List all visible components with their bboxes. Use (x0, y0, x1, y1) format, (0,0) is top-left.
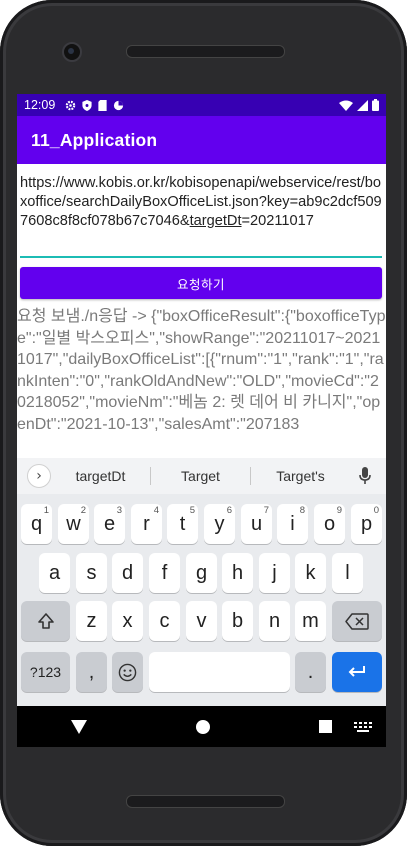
front-camera (62, 42, 82, 62)
key-v[interactable]: v (186, 601, 217, 641)
battery-icon (372, 99, 379, 111)
key-k[interactable]: k (295, 553, 326, 593)
key-y[interactable]: y6 (204, 504, 235, 544)
key-label: o (323, 512, 336, 535)
key-hint: 8 (299, 505, 305, 516)
url-text-composing: targetDt (189, 212, 242, 229)
response-text: 요청 보냄./n응답 -> {"boxOfficeResult":{"boxof… (17, 308, 386, 433)
key-e[interactable]: e3 (94, 504, 125, 544)
status-time: 12:09 (24, 98, 56, 112)
emoji-icon (118, 663, 137, 681)
enter-icon (348, 666, 365, 677)
backspace-key[interactable] (332, 601, 382, 641)
key-c[interactable]: c (149, 601, 180, 641)
key-o[interactable]: o9 (314, 504, 345, 544)
key-label: r (143, 512, 150, 535)
shield-icon (82, 99, 92, 111)
status-icons-left (65, 99, 124, 111)
sd-card-icon (98, 99, 107, 111)
soft-keyboard: › targetDt Target Target's q1 w2 e3 r4 t… (17, 458, 386, 706)
device-screen: 12:09 11_Application https://www.kobis.o… (17, 94, 386, 747)
back-icon[interactable] (71, 719, 88, 734)
key-z[interactable]: z (76, 601, 107, 641)
shift-key[interactable] (21, 601, 70, 641)
key-hint: 4 (153, 505, 159, 516)
microphone-icon[interactable] (350, 467, 380, 485)
space-key[interactable] (149, 652, 290, 692)
key-hint: 1 (43, 505, 49, 516)
suggestion-2[interactable]: Target (151, 468, 250, 484)
key-w[interactable]: w2 (58, 504, 89, 544)
key-hint: 9 (336, 505, 342, 516)
key-h[interactable]: h (222, 553, 253, 593)
suggestion-strip: › targetDt Target Target's (17, 458, 386, 494)
key-label: e (103, 512, 116, 535)
key-r[interactable]: r4 (131, 504, 162, 544)
chevron-right-icon[interactable]: › (27, 464, 51, 488)
key-f[interactable]: f (149, 553, 180, 593)
key-u[interactable]: u7 (241, 504, 272, 544)
suggestion-3[interactable]: Target's (251, 468, 350, 484)
key-hint: 0 (373, 505, 379, 516)
bottom-speaker (126, 795, 285, 808)
key-hint: 2 (80, 505, 86, 516)
key-j[interactable]: j (259, 553, 290, 593)
emoji-key[interactable] (112, 652, 143, 692)
app-bar: 11_Application (17, 116, 386, 164)
period-key[interactable]: . (295, 652, 326, 692)
key-label: y (214, 512, 225, 535)
navigation-bar (17, 706, 386, 747)
url-input[interactable]: https://www.kobis.or.kr/kobisopenapi/web… (20, 174, 382, 258)
key-s[interactable]: s (76, 553, 107, 593)
key-label: i (290, 512, 295, 535)
key-b[interactable]: b (222, 601, 253, 641)
key-label: w (66, 512, 81, 535)
key-hint: 3 (116, 505, 122, 516)
symbols-key[interactable]: ?123 (21, 652, 70, 692)
recents-icon[interactable] (318, 720, 332, 733)
comma-key[interactable]: , (76, 652, 107, 692)
url-text-suffix: =20211017 (241, 212, 314, 229)
key-label: p (360, 512, 373, 535)
key-label: u (250, 512, 263, 535)
key-a[interactable]: a (39, 553, 70, 593)
key-t[interactable]: t5 (167, 504, 198, 544)
key-x[interactable]: x (112, 601, 143, 641)
status-bar: 12:09 (17, 94, 386, 116)
home-icon[interactable] (195, 719, 210, 734)
keyboard-switch-icon[interactable] (354, 721, 372, 732)
key-l[interactable]: l (332, 553, 363, 593)
data-saver-icon (114, 100, 124, 110)
key-label: q (30, 512, 43, 535)
key-hint: 5 (189, 505, 195, 516)
app-title: 11_Application (31, 129, 158, 150)
key-p[interactable]: p0 (351, 504, 382, 544)
key-hint: 6 (226, 505, 232, 516)
earpiece-speaker (126, 45, 285, 58)
wifi-icon (339, 100, 353, 111)
request-button[interactable]: 요청하기 (20, 267, 382, 299)
key-label: t (179, 512, 186, 535)
key-q[interactable]: q1 (21, 504, 52, 544)
key-hint: 7 (263, 505, 269, 516)
key-d[interactable]: d (112, 553, 143, 593)
key-i[interactable]: i8 (277, 504, 308, 544)
key-n[interactable]: n (259, 601, 290, 641)
suggestion-1[interactable]: targetDt (51, 468, 150, 484)
backspace-icon (345, 612, 369, 630)
key-g[interactable]: g (186, 553, 217, 593)
settings-icon (66, 100, 76, 110)
cell-signal-icon (357, 99, 368, 111)
enter-key[interactable] (332, 652, 382, 692)
shift-icon (37, 613, 54, 629)
status-icons-right (339, 99, 379, 111)
key-m[interactable]: m (295, 601, 326, 641)
